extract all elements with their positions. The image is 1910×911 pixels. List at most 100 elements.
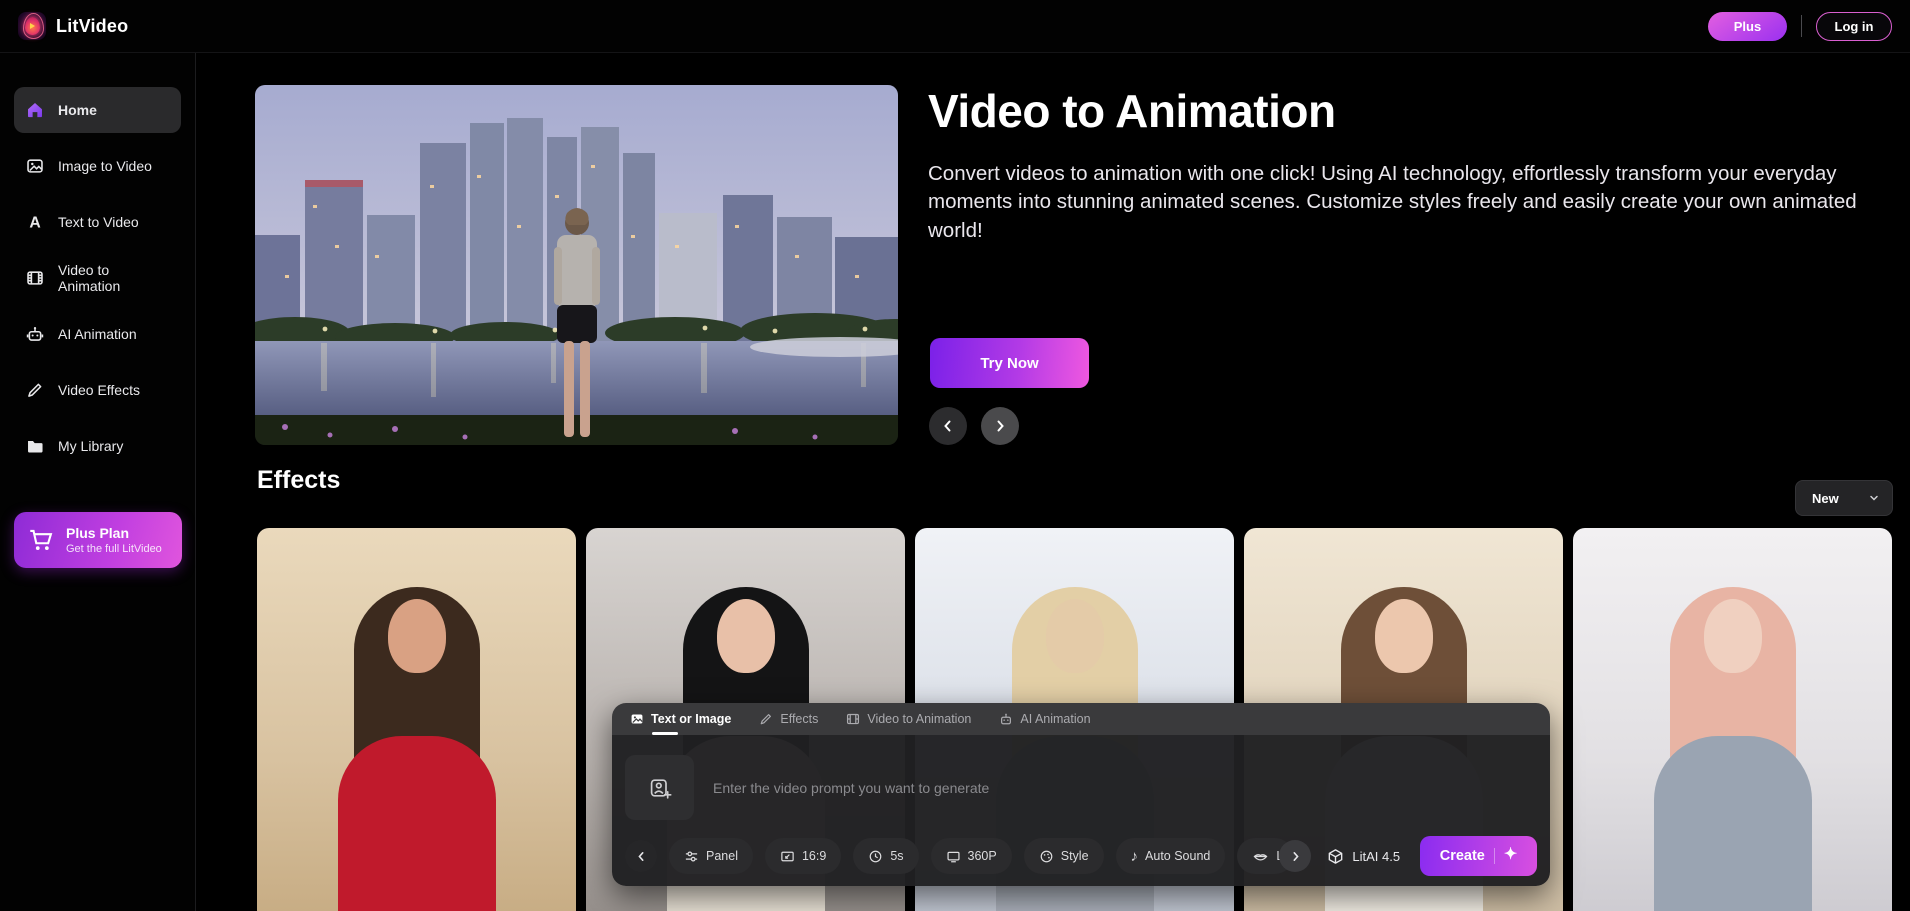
clock-icon	[868, 849, 883, 864]
film-icon	[846, 712, 860, 726]
chip-label: 5s	[890, 849, 903, 863]
tab-video-to-animation[interactable]: Video to Animation	[846, 712, 971, 726]
hero-scene-dusk-skyline	[255, 85, 898, 445]
hero-description: Convert videos to animation with one cli…	[928, 160, 1858, 245]
plus-plan-title: Plus Plan	[66, 525, 162, 543]
music-note-icon: ♪	[1131, 849, 1139, 864]
style-palette-icon	[1039, 849, 1054, 864]
add-image-button[interactable]	[625, 755, 694, 820]
sidebar-item-image-to-video[interactable]: Image to Video	[14, 143, 181, 189]
duration-chip[interactable]: 5s	[853, 838, 918, 874]
sliders-icon	[684, 849, 699, 864]
robot-icon	[26, 325, 44, 343]
pen-icon	[26, 381, 44, 399]
lips-icon	[1252, 848, 1269, 865]
sparkle-icon: ✦	[1504, 847, 1517, 863]
cube-icon	[1327, 848, 1344, 865]
topbar-divider	[1801, 15, 1802, 37]
model-selector[interactable]: LitAI 4.5	[1327, 848, 1400, 865]
style-chip[interactable]: Style	[1024, 838, 1104, 874]
sidebar-item-label: Video to Animation	[58, 262, 169, 294]
hero-text-block: Video to Animation Convert videos to ani…	[928, 84, 1858, 245]
tab-label: Video to Animation	[867, 712, 971, 726]
generator-tabbar: Text or Image Effects Video to Animation…	[612, 703, 1550, 735]
auto-sound-chip[interactable]: ♪ Auto Sound	[1116, 838, 1226, 874]
chip-label: 360P	[968, 849, 997, 863]
sidebar-item-home[interactable]: Home	[14, 87, 181, 133]
brand-logo[interactable]: LitVideo	[18, 12, 128, 40]
image-icon	[630, 712, 644, 726]
chips-scroll-right-button[interactable]	[1279, 840, 1311, 872]
panel-settings-chip[interactable]: Panel	[669, 838, 753, 874]
brand-name: LitVideo	[56, 16, 128, 37]
chevron-down-icon	[1868, 492, 1880, 504]
pen-icon	[759, 712, 773, 726]
sidebar: Home Image to Video A Text to Video Vide…	[0, 53, 196, 911]
create-divider	[1494, 848, 1495, 864]
chevron-left-icon	[635, 850, 648, 863]
plus-plan-subtitle: Get the full LitVideo	[66, 543, 162, 555]
carousel-prev-button[interactable]	[929, 407, 967, 445]
effects-sort-dropdown[interactable]: New	[1795, 480, 1893, 516]
chip-label: Style	[1061, 849, 1089, 863]
top-bar: LitVideo Plus Log in	[0, 0, 1910, 53]
image-icon	[26, 157, 44, 175]
aspect-ratio-chip[interactable]: 16:9	[765, 838, 841, 874]
sidebar-item-label: AI Animation	[58, 326, 137, 342]
plus-button[interactable]: Plus	[1708, 12, 1787, 41]
effect-card-image	[257, 528, 576, 911]
hero-carousel-controls	[929, 407, 1019, 445]
sidebar-item-my-library[interactable]: My Library	[14, 423, 181, 469]
plus-plan-card[interactable]: Plus Plan Get the full LitVideo	[14, 512, 182, 568]
display-icon	[946, 849, 961, 864]
create-label: Create	[1440, 848, 1485, 864]
chip-label: Auto Sound	[1145, 849, 1210, 863]
sort-value: New	[1812, 491, 1860, 506]
cart-icon	[28, 527, 54, 553]
effect-card[interactable]	[257, 528, 576, 911]
chip-label: Panel	[706, 849, 738, 863]
prompt-input[interactable]	[713, 755, 1413, 820]
image-add-icon	[648, 776, 672, 800]
carousel-next-button[interactable]	[981, 407, 1019, 445]
folder-icon	[26, 437, 44, 455]
robot-icon	[999, 712, 1013, 726]
chevron-right-icon	[1289, 850, 1302, 863]
chips-scroll-left-button[interactable]	[625, 840, 657, 872]
generator-body: Panel 16:9 5s 360P	[612, 735, 1550, 886]
tab-effects[interactable]: Effects	[759, 712, 818, 726]
tab-label: Text or Image	[651, 712, 731, 726]
tab-label: AI Animation	[1020, 712, 1090, 726]
sidebar-item-label: Home	[58, 102, 97, 118]
tab-ai-animation[interactable]: AI Animation	[999, 712, 1090, 726]
svg-text:A: A	[29, 215, 40, 231]
film-icon	[26, 269, 44, 287]
resolution-chip[interactable]: 360P	[931, 838, 1012, 874]
letter-a-icon: A	[26, 213, 44, 231]
model-label: LitAI 4.5	[1352, 849, 1400, 864]
aspect-ratio-icon	[780, 849, 795, 864]
litvideo-flame-icon	[18, 12, 46, 40]
sidebar-item-video-to-animation[interactable]: Video to Animation	[14, 255, 181, 301]
chevron-right-icon	[992, 418, 1008, 434]
sidebar-item-label: Video Effects	[58, 382, 140, 398]
login-button[interactable]: Log in	[1816, 12, 1892, 41]
hero-video-preview[interactable]	[255, 85, 898, 445]
generator-settings-row: Panel 16:9 5s 360P	[625, 837, 1537, 875]
sidebar-item-label: Image to Video	[58, 158, 152, 174]
generator-panel: Text or Image Effects Video to Animation…	[612, 703, 1550, 886]
sidebar-item-video-effects[interactable]: Video Effects	[14, 367, 181, 413]
plus-plan-text: Plus Plan Get the full LitVideo	[66, 525, 162, 555]
chip-label: 16:9	[802, 849, 826, 863]
sidebar-item-ai-animation[interactable]: AI Animation	[14, 311, 181, 357]
sidebar-item-text-to-video[interactable]: A Text to Video	[14, 199, 181, 245]
chevron-left-icon	[940, 418, 956, 434]
effect-card[interactable]	[1573, 528, 1892, 911]
topbar-actions: Plus Log in	[1708, 12, 1892, 41]
tab-text-or-image[interactable]: Text or Image	[630, 712, 731, 726]
sidebar-item-label: Text to Video	[58, 214, 139, 230]
effect-card-image	[1573, 528, 1892, 911]
page-title: Video to Animation	[928, 84, 1858, 138]
try-now-button[interactable]: Try Now	[930, 338, 1089, 388]
create-button[interactable]: Create ✦	[1420, 836, 1537, 876]
